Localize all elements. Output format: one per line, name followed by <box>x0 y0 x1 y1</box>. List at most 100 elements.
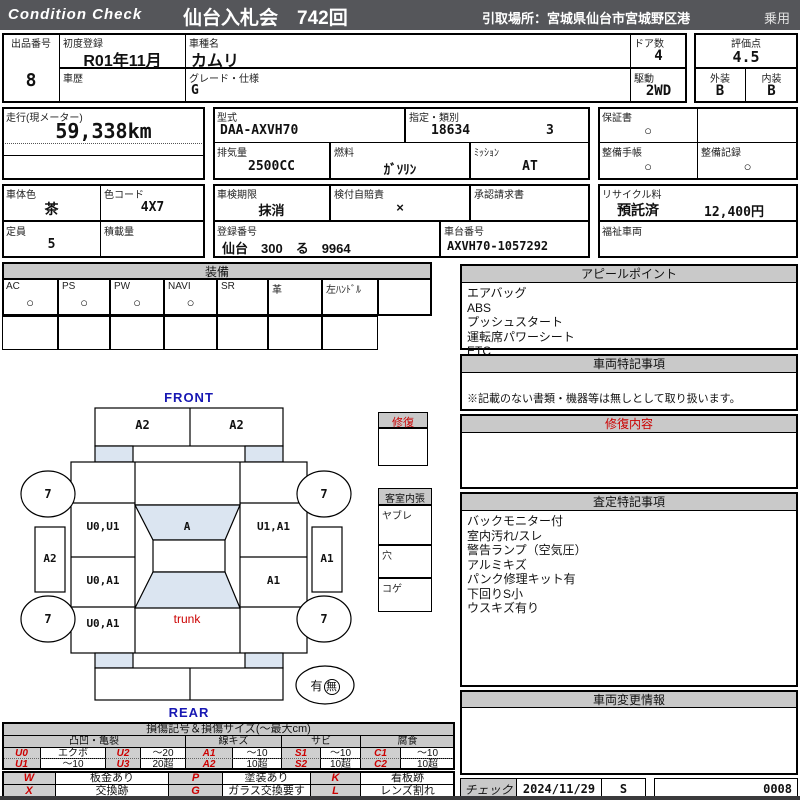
lot-number: 8 <box>3 70 59 91</box>
sheet-number: 0008 <box>763 782 792 796</box>
mileage-solid-divider <box>3 155 204 156</box>
mileage-dotted-divider <box>3 143 204 144</box>
legend-desc: 20超 <box>140 758 186 770</box>
warranty: ○ <box>599 123 697 138</box>
color-code-cell: 色コード 4X7 <box>100 184 205 221</box>
roof-shape <box>153 540 225 572</box>
rear-left-tire-depth: 7 <box>34 612 62 626</box>
legend-desc: 看板跡 <box>360 771 455 785</box>
equipment-label-ps: PS <box>62 281 75 292</box>
windshield-code: A <box>137 520 237 533</box>
equipment-empty-3 <box>110 316 164 350</box>
equipment-empty-2 <box>58 316 110 350</box>
appeal-line: ABS <box>467 301 792 316</box>
lot-number-cell: 出品番号 8 <box>2 33 60 103</box>
appeal-header: アピールポイント <box>462 266 796 283</box>
legend-code: C2 <box>360 758 401 770</box>
front-right-fender-shade <box>245 446 283 462</box>
equipment-title: 装備 <box>205 265 229 279</box>
maintenance-book-label: 整備手帳 <box>602 144 642 159</box>
inspector: S <box>602 782 645 796</box>
equipment-cell-sr: SR <box>217 279 268 316</box>
equipment-cell-leather: 革 <box>268 279 322 316</box>
assessment-line: 室内汚れ/スレ <box>467 529 792 544</box>
change-info-header: 車両変更情報 <box>462 692 796 708</box>
body-color: 茶 <box>3 199 100 219</box>
class-label: 指定・類別 <box>409 109 459 124</box>
left-rear-door-code: U0,A1 <box>73 574 133 587</box>
welfare-label: 福祉車両 <box>602 223 642 238</box>
equipment-label-sr: SR <box>221 281 235 292</box>
vehicle-category: 乗用 <box>764 8 790 27</box>
rear-bumper-shape <box>95 668 283 700</box>
capacity: 5 <box>3 237 100 252</box>
legend-desc: 10超 <box>232 758 282 770</box>
model-code: DAA-AXVH70 <box>220 123 298 138</box>
grade-label: グレード・仕様 <box>189 70 259 85</box>
history-label: 車歴 <box>63 70 83 85</box>
equipment-cell-ac: AC ○ <box>2 279 58 316</box>
assessment-lines: バックモニター付 室内汚れ/スレ 警告ランプ（空気圧） アルミキズ パンク修理キ… <box>467 514 792 616</box>
interior-box-title: 客室内張 <box>385 494 425 505</box>
check-date-cell: 2024/11/29 <box>516 778 602 798</box>
grade-cell: グレード・仕様 G <box>185 68 631 103</box>
equipment-cell-pw: PW ○ <box>110 279 164 316</box>
auction-title: 仙台入札会 742回 <box>183 3 348 30</box>
change-info-panel: 車両変更情報 <box>460 690 798 775</box>
equipment-value-ps: ○ <box>59 295 109 310</box>
interior-row-hole-label: 穴 <box>382 547 392 562</box>
fuel-label: 燃料 <box>334 144 354 159</box>
equipment-empty-1 <box>2 316 58 350</box>
repair-mini-body <box>378 428 428 466</box>
maintenance-book: ○ <box>599 159 697 174</box>
equipment-empty-7 <box>322 316 378 350</box>
legend-code: S2 <box>281 758 321 770</box>
equipment-label-ac: AC <box>6 281 20 292</box>
repair-mini-header: 修復 <box>378 412 428 428</box>
equipment-cell-navi: NAVI ○ <box>164 279 217 316</box>
class-sub-number: 3 <box>546 123 554 138</box>
equipment-cell-ps: PS ○ <box>58 279 110 316</box>
registration-number-cell: 登録番号 仙台 300 る 9964 <box>213 221 440 258</box>
exterior-grade: B <box>695 83 745 99</box>
equipment-label-pw: PW <box>114 281 130 292</box>
equipment-value-pw: ○ <box>111 295 163 310</box>
legend-desc: 10超 <box>400 758 455 770</box>
interior-box-header: 客室内張 <box>378 488 432 505</box>
assessment-line: パンク修理キット有 <box>467 572 792 587</box>
displacement-cell: 排気量 2500CC <box>213 142 330 180</box>
history-cell: 車歴 <box>59 68 186 103</box>
score: 4.5 <box>695 48 797 66</box>
right-side-code: A1 <box>312 552 342 565</box>
jibaiseki: × <box>331 200 469 215</box>
repair-detail-header: 修復内容 <box>462 416 796 433</box>
mileage-box: 走行(現メーター) 59,338km <box>2 107 205 180</box>
warranty-cell: 保証書 ○ <box>598 107 698 143</box>
displacement: 2500CC <box>214 159 329 174</box>
jibaiseki-cell: 検付自賠責 × <box>330 184 470 221</box>
capacity-cell: 定員 5 <box>2 221 101 258</box>
warranty-label: 保証書 <box>602 109 632 124</box>
spare-no-label: 無 <box>324 679 340 695</box>
drive-cell: 駆動 2WD <box>630 68 687 103</box>
color-code: 4X7 <box>101 200 204 215</box>
drive: 2WD <box>631 83 686 99</box>
legend-code: P <box>168 771 223 785</box>
lot-number-label: 出品番号 <box>3 35 59 50</box>
exterior-grade-cell: 外装 B <box>694 68 746 103</box>
legend-desc: ～10 <box>40 758 106 770</box>
chassis-number: AXVH70-1057292 <box>447 239 548 253</box>
spare-tire-indicator: 有無 <box>297 677 353 695</box>
equipment-label-navi: NAVI <box>168 281 191 292</box>
model-code-cell: 型式 DAA-AXVH70 <box>213 107 405 143</box>
appeal-line: エアバッグ <box>467 286 792 301</box>
appeal-line: プッシュスタート <box>467 315 792 330</box>
transmission: AT <box>471 159 589 174</box>
legend-title: 損傷記号＆損傷サイズ(～最大cm) <box>2 722 455 736</box>
assessment-line: 警告ランプ（空気圧） <box>467 543 792 558</box>
interior-row-burn: コゲ <box>378 578 432 612</box>
interior-row-hole: 穴 <box>378 545 432 578</box>
recycle-status: 預託済 <box>617 200 659 220</box>
approval-label: 承認請求書 <box>474 186 524 201</box>
left-side-code: A2 <box>35 552 65 565</box>
